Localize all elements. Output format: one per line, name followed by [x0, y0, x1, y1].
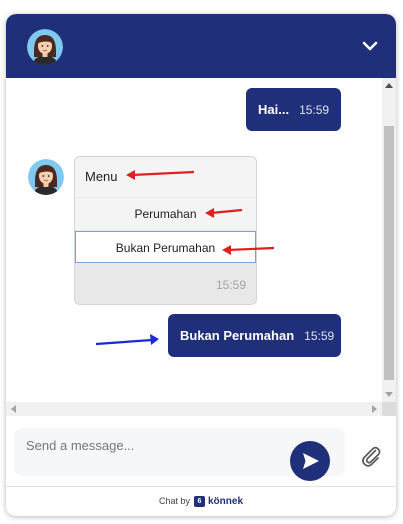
scroll-up-icon[interactable] [385, 83, 393, 88]
horizontal-scrollbar[interactable] [6, 402, 382, 416]
chevron-down-icon[interactable] [360, 37, 380, 55]
footer-brand: könnek [208, 495, 244, 507]
bot-avatar-icon [28, 159, 64, 195]
footer-prefix: Chat by [158, 496, 190, 506]
message-time: 15:59 [304, 328, 335, 343]
message-time: 15:59 [299, 102, 330, 117]
vertical-scrollbar[interactable] [382, 78, 396, 402]
send-button[interactable] [290, 441, 330, 481]
message-input[interactable] [14, 428, 298, 462]
scroll-right-icon[interactable] [372, 405, 377, 413]
outgoing-message: Bukan Perumahan 15:59 [168, 314, 341, 357]
footer-divider [6, 486, 396, 487]
menu-option-bukan-perumahan[interactable]: Bukan Perumahan [75, 231, 256, 263]
menu-time: 15:59 [215, 278, 246, 292]
chat-widget: Hai... 15:59 Menu Perumahan Bukan Peruma… [6, 14, 396, 516]
scroll-down-icon[interactable] [385, 392, 393, 397]
menu-card: Menu Perumahan Bukan Perumahan 15:59 [74, 156, 257, 305]
scrollbar-thumb[interactable] [384, 126, 394, 380]
message-text: Bukan Perumahan [180, 328, 295, 343]
menu-title: Menu [75, 157, 256, 197]
scroll-left-icon[interactable] [11, 405, 16, 413]
agent-avatar-icon [27, 29, 63, 65]
menu-option-perumahan[interactable]: Perumahan [75, 198, 256, 230]
chat-header [6, 14, 396, 78]
konnek-logo-mark: 6 [194, 495, 205, 507]
konnek-logo[interactable]: 6 könnek [194, 495, 244, 507]
scrollbar-corner [382, 402, 396, 416]
message-text: Hai... [258, 102, 290, 117]
footer: Chat by 6 könnek [6, 492, 396, 510]
outgoing-message: Hai... 15:59 [246, 88, 341, 131]
send-icon [303, 453, 319, 469]
paperclip-icon[interactable] [359, 444, 383, 468]
